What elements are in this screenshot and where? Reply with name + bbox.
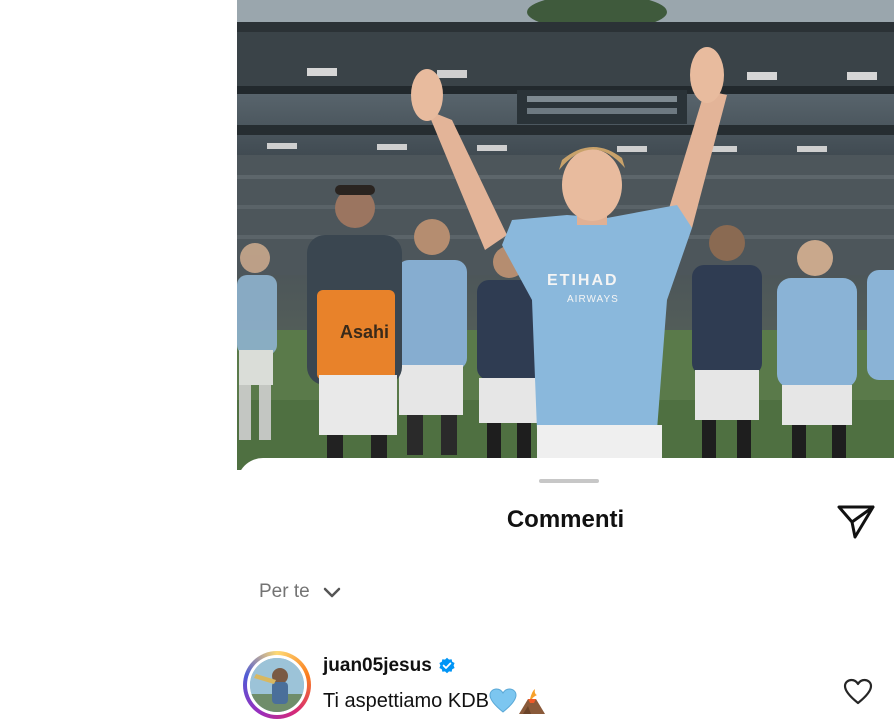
comment-text: Ti aspettiamo KDB bbox=[323, 687, 547, 715]
avatar[interactable] bbox=[243, 651, 311, 719]
svg-text:ETIHAD: ETIHAD bbox=[547, 272, 619, 289]
verified-badge-icon bbox=[439, 657, 455, 674]
sort-filter-dropdown[interactable]: Per te bbox=[259, 581, 342, 603]
comment-body: Ti aspettiamo KDB bbox=[323, 689, 489, 712]
post-photo[interactable]: Asahi ETIHAD AIRWAYS bbox=[237, 0, 894, 470]
screen: Asahi ETIHAD AIRWAYS Commenti Per te jua… bbox=[0, 0, 894, 723]
like-button[interactable] bbox=[843, 678, 873, 706]
sort-filter-label: Per te bbox=[259, 581, 310, 602]
heart-outline-icon bbox=[843, 678, 873, 705]
paper-plane-icon bbox=[837, 505, 875, 539]
light-blue-heart-emoji bbox=[489, 688, 517, 713]
volcano-emoji bbox=[519, 689, 545, 714]
svg-text:Asahi: Asahi bbox=[340, 322, 389, 342]
chevron-down-icon bbox=[323, 587, 340, 598]
svg-text:AIRWAYS: AIRWAYS bbox=[567, 294, 619, 305]
send-button[interactable] bbox=[835, 501, 877, 541]
photo-scene: Asahi ETIHAD AIRWAYS bbox=[237, 0, 894, 470]
comment-item: juan05jesus Ti aspettiamo KDB bbox=[243, 651, 883, 723]
sheet-title: Commenti bbox=[506, 506, 625, 533]
avatar-image bbox=[250, 658, 304, 712]
comments-sheet: Commenti Per te juan05jesus Ti aspettiam… bbox=[237, 458, 894, 723]
comment-username[interactable]: juan05jesus bbox=[323, 655, 432, 677]
sheet-drag-handle[interactable] bbox=[539, 479, 599, 483]
